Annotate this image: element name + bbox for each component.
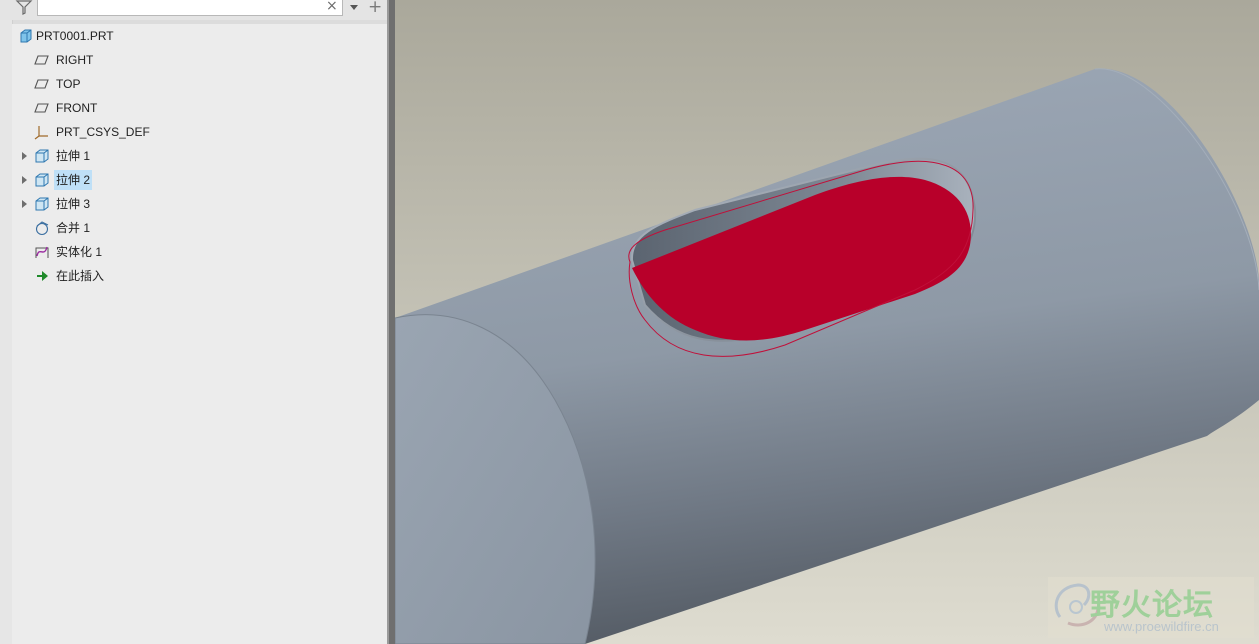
cylinder-model-view bbox=[395, 0, 1259, 644]
filter-icon[interactable] bbox=[14, 0, 34, 16]
watermark-url: www.proewildfire.cn bbox=[1104, 619, 1219, 634]
tree-item-label: PRT_CSYS_DEF bbox=[56, 125, 150, 139]
tree-item-label: FRONT bbox=[56, 101, 98, 115]
search-input[interactable] bbox=[37, 0, 343, 16]
part-icon bbox=[18, 28, 34, 44]
chevron-down-icon[interactable] bbox=[349, 0, 359, 12]
extrude-icon bbox=[34, 196, 50, 212]
datum-plane-icon bbox=[34, 100, 50, 116]
tree-item-label: 拉伸 3 bbox=[56, 197, 91, 211]
tree-item-label: 实体化 1 bbox=[56, 245, 103, 259]
expand-arrow-icon[interactable] bbox=[22, 152, 27, 160]
extrude-icon bbox=[34, 172, 50, 188]
csys-icon bbox=[34, 124, 50, 140]
extrude-icon bbox=[34, 148, 50, 164]
tree-item-label: RIGHT bbox=[56, 53, 94, 67]
insert-here-icon bbox=[34, 268, 50, 284]
tree-item-label: 在此插入 bbox=[56, 269, 105, 283]
panel-splitter[interactable] bbox=[387, 0, 395, 644]
datum-plane-icon bbox=[34, 52, 50, 68]
solidify-icon bbox=[34, 244, 50, 260]
model-tree-toolbar: × + bbox=[0, 0, 390, 20]
expand-arrow-icon[interactable] bbox=[22, 176, 27, 184]
datum-plane-icon bbox=[34, 76, 50, 92]
watermark-title: 野火论坛 bbox=[1090, 588, 1214, 623]
tree-item-label: TOP bbox=[56, 77, 81, 91]
tree-item-label: 合并 1 bbox=[56, 221, 91, 235]
tree-item-label: PRT0001.PRT bbox=[36, 29, 114, 43]
expand-arrow-icon[interactable] bbox=[22, 200, 27, 208]
merge-icon bbox=[34, 220, 50, 236]
tree-item-label: 拉伸 2 bbox=[54, 170, 93, 190]
graphics-viewport[interactable] bbox=[395, 0, 1259, 644]
clear-search-icon[interactable]: × bbox=[326, 0, 338, 14]
tree-item-label: 拉伸 1 bbox=[56, 149, 91, 163]
add-icon[interactable]: + bbox=[368, 0, 382, 17]
model-tree: PRT0001.PRT RIGHT TOP FRONT PRT_CSYS_DEF bbox=[12, 24, 387, 644]
